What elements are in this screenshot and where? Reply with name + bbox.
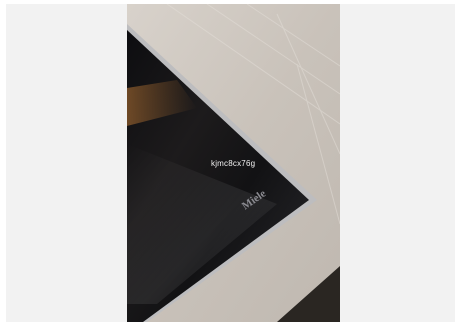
watermark-text: kjmc8cx76g xyxy=(211,159,256,168)
